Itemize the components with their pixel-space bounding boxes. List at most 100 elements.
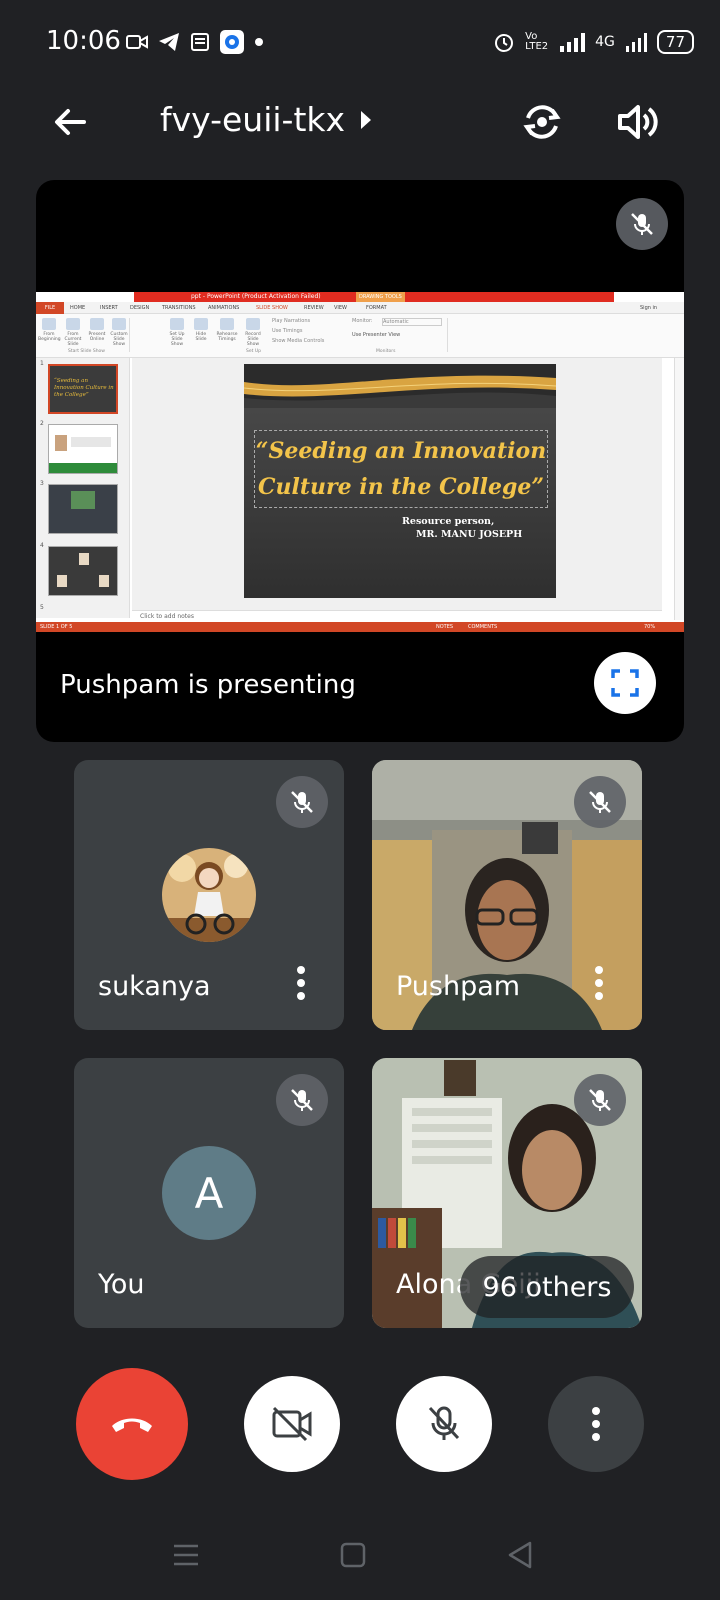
thumb-title: “Seeding an Innovation Culture in the Co…: [54, 378, 114, 398]
slide-editor: “Seeding an Innovation Culture in the Co…: [132, 358, 662, 618]
ribbon-check: Use Timings: [272, 328, 303, 334]
participant-tile-sukanya[interactable]: sukanya: [74, 760, 344, 1030]
thumb-number: 1: [40, 360, 44, 367]
telegram-icon: [159, 33, 179, 51]
end-call-button[interactable]: [76, 1368, 188, 1480]
thumb-number: 5: [40, 604, 44, 611]
home-icon[interactable]: [340, 1542, 366, 1568]
switch-camera-icon: [523, 105, 561, 139]
ribbon-monitor-label: Monitor:: [352, 318, 373, 324]
back-triangle-icon[interactable]: [506, 1540, 534, 1570]
mic-off-icon: [428, 1406, 460, 1440]
drawing-tools-label: DRAWING TOOLS: [356, 292, 405, 302]
more-options-button[interactable]: [296, 966, 306, 1000]
system-navigation-bar: [0, 1520, 720, 1600]
more-options-button[interactable]: [548, 1376, 644, 1472]
ppt-tab: INSERT: [100, 305, 118, 311]
fullscreen-icon: [611, 669, 639, 697]
dot-icon: [255, 38, 263, 46]
ribbon-group-label: Set Up: [246, 349, 261, 354]
ribbon-button: Rehearse Timings: [216, 318, 238, 342]
participant-tile-you[interactable]: A You: [74, 1058, 344, 1328]
ribbon-button: Present Online: [86, 318, 108, 342]
fullscreen-button[interactable]: [594, 652, 656, 714]
ppt-statusbar: SLIDE 1 OF 5 NOTES COMMENTS 70%: [36, 622, 684, 632]
ppt-tab: SLIDE SHOW: [256, 305, 288, 311]
ribbon-button: From Beginning: [38, 318, 61, 342]
menu-icon[interactable]: [172, 1542, 200, 1568]
ribbon-button: Record Slide Show: [242, 318, 264, 347]
mic-off-badge: [276, 1074, 328, 1126]
presenter-mic-off-badge: [616, 198, 668, 250]
system-icons: Vo LTE2 4G 77: [493, 30, 694, 54]
ppt-titlebar: ppt - PowerPoint (Product Activation Fai…: [36, 292, 684, 302]
notification-icons: [126, 30, 264, 54]
mic-off-badge: [574, 1074, 626, 1126]
meeting-code-button[interactable]: fvy-euii-tkx: [160, 100, 373, 139]
avatar: [162, 848, 256, 942]
ribbon-presenter-view: Use Presenter View: [352, 332, 401, 338]
mic-off-icon: [291, 791, 313, 813]
ribbon-check: Play Narrations: [272, 318, 311, 324]
mic-off-icon: [589, 1089, 611, 1111]
participant-name: You: [98, 1269, 145, 1300]
ppt-tab: DESIGN: [130, 305, 150, 311]
slide-swoosh-decoration: [244, 364, 556, 408]
audio-output-button[interactable]: [614, 98, 662, 146]
notes-pane: Click to add notes: [132, 610, 662, 622]
slide-scrollbar: [674, 358, 684, 620]
ribbon-button: Hide Slide: [190, 318, 212, 342]
ppt-window-title: ppt - PowerPoint (Product Activation Fai…: [191, 293, 321, 300]
more-options-button[interactable]: [594, 966, 604, 1000]
ribbon-button: From Current Slide: [62, 318, 84, 347]
mic-off-icon: [589, 791, 611, 813]
microphone-toggle-button[interactable]: [396, 1376, 492, 1472]
ribbon-monitor-value: Automatic: [382, 318, 442, 326]
status-bar: 10:06 Vo LTE2 4G 77: [0, 0, 720, 86]
ribbon-button: Set Up Slide Show: [166, 318, 188, 347]
mic-off-badge: [574, 776, 626, 828]
others-count-chip[interactable]: 96 others: [460, 1256, 634, 1318]
speaker-icon: [618, 105, 658, 139]
avatar: A: [162, 1146, 256, 1240]
ppt-tabs: FILE HOME INSERT DESIGN TRANSITIONS ANIM…: [36, 302, 684, 314]
camera-toggle-button[interactable]: [244, 1376, 340, 1472]
slide-title: “Seeding an Innovation Culture in the Co…: [254, 430, 548, 508]
meeting-header: fvy-euii-tkx: [0, 86, 720, 156]
slide-subtitle: Resource person,: [402, 516, 495, 527]
comments-button-label: COMMENTS: [468, 624, 498, 630]
battery-indicator: 77: [656, 30, 694, 54]
slide-thumbnail: [48, 546, 118, 596]
alarm-icon: [495, 34, 514, 52]
shared-screen: ppt - PowerPoint (Product Activation Fai…: [36, 292, 684, 632]
participant-name: sukanya: [98, 971, 211, 1002]
volte-label: Vo LTE2: [525, 31, 549, 52]
switch-camera-button[interactable]: [518, 98, 566, 146]
meeting-code: fvy-euii-tkx: [160, 100, 346, 139]
participant-tile-pushpam[interactable]: Pushpam: [372, 760, 642, 1030]
ribbon-check: Show Media Controls: [272, 338, 325, 344]
back-button[interactable]: [48, 100, 92, 144]
ppt-sign-in: Sign in: [640, 305, 658, 311]
slide-thumbnail: [48, 424, 118, 474]
doll-avatar-image: [162, 848, 256, 942]
caret-right-icon: [361, 110, 372, 129]
ppt-tab: FORMAT: [366, 305, 387, 311]
video-call-icon: [126, 35, 148, 49]
ribbon-group-label: Start Slide Show: [68, 349, 105, 354]
more-vertical-icon: [592, 1407, 600, 1441]
ribbon-button: Custom Slide Show: [108, 318, 130, 347]
slide-presenter-name: MR. MANU JOSEPH: [416, 529, 523, 540]
slide-thumbnails: 1 “Seeding an Innovation Culture in the …: [36, 358, 130, 618]
ribbon-group-setup: Set Up Slide Show Hide Slide Rehearse Ti…: [166, 318, 448, 354]
current-slide: “Seeding an Innovation Culture in the Co…: [244, 364, 556, 598]
ppt-tab-file: FILE: [36, 302, 64, 314]
signal-icon-2: [625, 33, 647, 52]
mic-off-badge: [276, 776, 328, 828]
app-icon: [220, 30, 244, 54]
presentation-tile[interactable]: ppt - PowerPoint (Product Activation Fai…: [36, 180, 684, 742]
ppt-tab: ANIMATIONS: [208, 305, 240, 311]
news-icon: [191, 33, 209, 51]
mic-off-icon: [291, 1089, 313, 1111]
slide-counter: SLIDE 1 OF 5: [40, 624, 73, 630]
